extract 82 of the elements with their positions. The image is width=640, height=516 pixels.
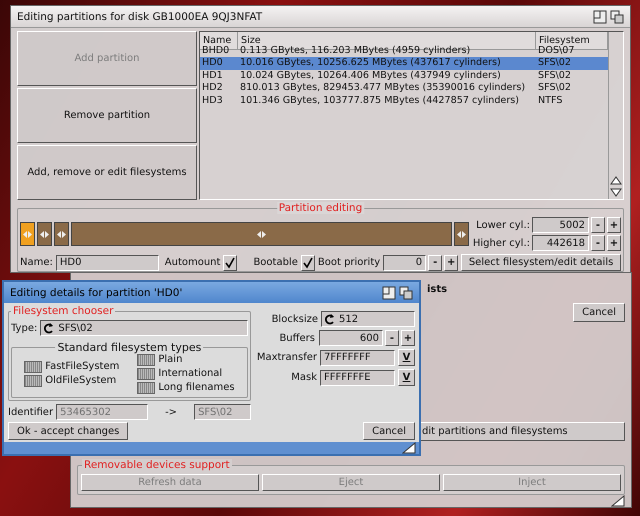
increment-button[interactable]: + [607, 217, 621, 233]
cancel-button[interactable]: Cancel [573, 302, 625, 322]
arrow-text: -> [165, 406, 178, 418]
field-label: Name: [20, 257, 53, 268]
window-title: Editing details for partition 'HD0' [10, 286, 182, 298]
table-cell[interactable]: 10.016 GBytes, 10256.625 MBytes (437617 cylinders) [238, 57, 536, 70]
table-cell[interactable]: NTFS [536, 94, 608, 107]
resize-icon[interactable] [402, 442, 416, 454]
field-label: Blocksize [272, 314, 318, 324]
mask-field[interactable]: FFFFFFFE [320, 370, 395, 386]
name-field[interactable]: HD0 [56, 254, 159, 270]
type-cycle[interactable]: SFS\02 [40, 320, 248, 336]
popup-button[interactable]: V [398, 349, 415, 366]
checkbox-label: Automount [164, 257, 220, 268]
cycle-icon [44, 322, 54, 334]
arrows-icon [256, 230, 266, 238]
field-label: Identifier [8, 406, 54, 418]
table-cell[interactable]: SFS\02 [536, 82, 608, 94]
checkbox[interactable] [300, 254, 315, 270]
decrement-button[interactable]: - [591, 235, 605, 251]
increment-button[interactable]: + [607, 235, 621, 251]
partition-segment[interactable] [37, 222, 52, 246]
filesystem-option[interactable]: Plain [137, 353, 235, 366]
arrows-icon [40, 230, 49, 238]
table-cell[interactable]: HD2 [200, 82, 238, 94]
window-title: Editing partitions for disk GB1000EA 9QJ3NFAT [17, 10, 262, 22]
table-cell[interactable]: 101.346 GBytes, 103777.875 MBytes (4427857 cylinders) [238, 94, 536, 107]
checkbox-label: Bootable [253, 257, 298, 268]
increment-button[interactable]: + [401, 330, 415, 346]
group-title: Partition editing [276, 202, 364, 214]
cycle-icon [325, 314, 335, 324]
table-cell[interactable]: SFS\02 [536, 70, 608, 82]
partition-segment[interactable] [20, 222, 35, 246]
table-cell[interactable]: HD1 [200, 70, 238, 82]
partition-segment[interactable] [54, 222, 69, 246]
field-label: Boot priority [318, 257, 380, 268]
filesystem-option[interactable]: FastFileSystem [24, 360, 120, 373]
cancel-button[interactable]: Cancel [363, 422, 415, 440]
table-cell[interactable]: SFS\02 [536, 57, 608, 70]
decrement-button[interactable]: - [591, 217, 605, 233]
select-filesystem-button[interactable]: Select filesystem/edit details [461, 254, 621, 271]
checkbox[interactable] [223, 254, 238, 270]
table-cell[interactable]: 10.024 GBytes, 10264.406 MBytes (437949 cylinders) [238, 70, 536, 82]
profiles-text: ists [427, 284, 448, 294]
blocksize-cycle[interactable]: 512 [321, 311, 415, 327]
table-cell[interactable]: HD3 [200, 94, 238, 107]
field-label: Type: [11, 322, 38, 334]
filesystem-option[interactable]: Long filenames [137, 381, 235, 394]
number-field[interactable]: 600 [319, 330, 383, 346]
field-label: Mask [291, 372, 317, 383]
table-cell[interactable]: 810.013 GBytes, 829453.477 MBytes (35390016 cylinders) [238, 82, 536, 94]
field-label: Lower cyl.: [476, 220, 530, 230]
decrement-button[interactable]: - [428, 254, 442, 270]
ok-button[interactable]: Ok - accept changes [8, 422, 128, 440]
maxtransfer-field[interactable]: 7FFFFFFF [320, 350, 395, 366]
number-field[interactable]: 0 [383, 254, 426, 270]
number-field[interactable]: 5002 [532, 217, 589, 233]
decrement-button[interactable]: - [385, 330, 399, 346]
group-title: Filesystem chooser [11, 305, 116, 317]
arrows-icon [57, 230, 66, 238]
depth-icon[interactable] [399, 286, 413, 300]
field-label: Higher cyl.: [472, 238, 530, 248]
action-button[interactable]: Remove partition [17, 88, 197, 143]
zoom-icon[interactable] [382, 286, 396, 300]
partition-handle[interactable] [454, 222, 469, 246]
scroll-down-icon[interactable] [610, 187, 622, 198]
increment-button[interactable]: + [444, 254, 458, 270]
field-label: Maxtransfer [256, 352, 317, 363]
zoom-icon[interactable] [593, 10, 607, 24]
group-title: Removable devices support [82, 459, 232, 471]
arrows-icon [23, 230, 32, 238]
number-field[interactable]: 442618 [532, 235, 589, 251]
table-cell[interactable]: HD0 [200, 57, 238, 70]
action-button[interactable]: Add, remove or edit filesystems [17, 145, 197, 200]
depth-icon[interactable] [610, 10, 624, 24]
filesystem-option[interactable]: OldFileSystem [24, 374, 120, 387]
group-title: Standard filesystem types [55, 341, 204, 354]
arrows-icon [456, 230, 466, 238]
scroll-up-icon[interactable] [610, 175, 622, 186]
popup-button[interactable]: V [398, 369, 415, 386]
field-label: Buffers [279, 332, 315, 344]
filesystem-option[interactable]: International [137, 367, 235, 380]
